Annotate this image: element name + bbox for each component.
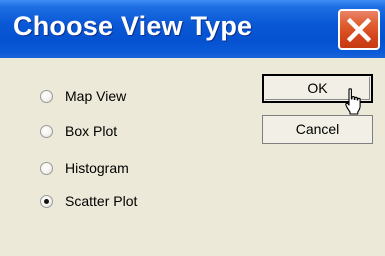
title-bar[interactable]: Choose View Type xyxy=(0,0,385,58)
hand-pointer-cursor-icon xyxy=(345,88,361,115)
radio-selected-dot xyxy=(44,199,49,204)
radio-label: Map View xyxy=(65,88,127,104)
dialog-window: Choose View Type Map View Box Plot Histo… xyxy=(0,0,385,256)
cancel-button-label: Cancel xyxy=(295,121,340,137)
radio-button[interactable] xyxy=(40,125,53,138)
radio-label: Box Plot xyxy=(65,123,118,139)
close-button[interactable] xyxy=(338,9,380,50)
radio-button[interactable] xyxy=(40,162,53,175)
radio-label: Histogram xyxy=(65,160,129,176)
radio-button-selected[interactable] xyxy=(40,195,53,208)
radio-label: Scatter Plot xyxy=(65,193,138,209)
radio-button[interactable] xyxy=(40,90,53,103)
close-icon xyxy=(347,18,371,42)
window-title: Choose View Type xyxy=(13,11,253,41)
